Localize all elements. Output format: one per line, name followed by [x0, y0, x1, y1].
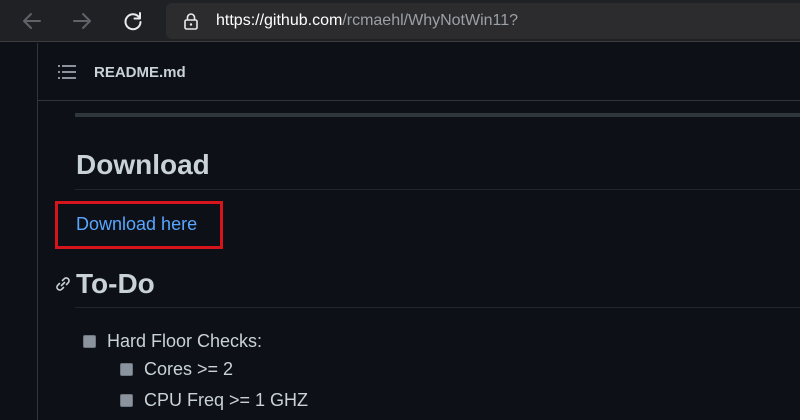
browser-toolbar: https://github.com/rcmaehl/WhyNotWin11?: [0, 0, 800, 42]
task-checkbox[interactable]: [120, 362, 133, 376]
task-checkbox[interactable]: [120, 393, 133, 407]
reload-icon: [124, 12, 142, 31]
horizontal-rule: [75, 113, 800, 117]
forward-button[interactable]: [66, 5, 98, 37]
link-icon[interactable]: [54, 275, 72, 293]
readme-container: README.md Download Download here To-Do H…: [37, 43, 800, 420]
back-arrow-icon: [23, 13, 41, 29]
forward-arrow-icon: [73, 13, 91, 29]
url-text[interactable]: https://github.com/rcmaehl/WhyNotWin11?: [216, 12, 518, 30]
list-icon[interactable]: [58, 64, 76, 80]
address-bar[interactable]: https://github.com/rcmaehl/WhyNotWin11?: [166, 3, 800, 39]
url-host: https://github.com: [216, 12, 343, 29]
download-heading: Download: [76, 149, 210, 180]
task-label: CPU Freq >= 1 GHZ: [144, 390, 309, 410]
back-button[interactable]: [16, 5, 48, 37]
download-link[interactable]: Download here: [76, 213, 197, 235]
heading-divider: [75, 189, 800, 190]
task-checkbox[interactable]: [83, 334, 96, 348]
url-path: /rcmaehl/WhyNotWin11?: [342, 12, 519, 29]
heading-divider: [75, 307, 800, 308]
task-list-item: Cores >= 2: [120, 358, 233, 380]
readme-header: README.md: [38, 43, 800, 101]
task-label: Hard Floor Checks:: [107, 331, 263, 351]
todo-heading: To-Do: [76, 268, 155, 299]
readme-title: README.md: [94, 64, 186, 81]
task-list-item: CPU Freq >= 1 GHZ: [120, 389, 308, 411]
task-label: Cores >= 2: [144, 359, 234, 379]
reload-button[interactable]: [117, 5, 149, 37]
task-list-item: Hard Floor Checks:: [83, 330, 262, 352]
lock-icon[interactable]: [182, 12, 200, 30]
